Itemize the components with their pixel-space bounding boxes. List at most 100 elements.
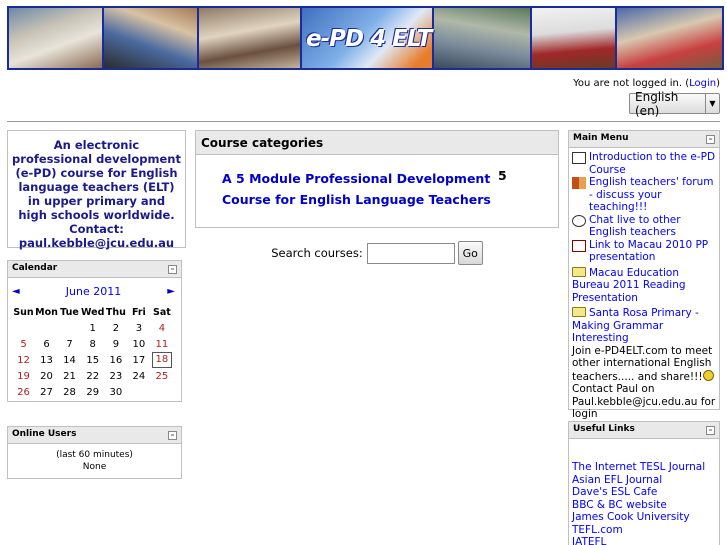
menu-item-forum[interactable]: English teachers' forum - discuss your t… [572, 176, 716, 214]
calendar-day[interactable]: 19 [12, 368, 35, 384]
calendar-day[interactable]: 7 [58, 336, 81, 352]
calendar-week: 5 6 7 8 9 10 11 [12, 336, 173, 352]
category-course-count: 5 [498, 168, 507, 183]
calendar-day[interactable]: 2 [104, 320, 127, 336]
useful-links-header: Useful Links – [569, 422, 719, 439]
calendar-today[interactable]: 18 [151, 352, 172, 368]
presentation-icon [572, 239, 586, 252]
weekday-header: Thu [105, 306, 126, 318]
useful-links-block: Useful Links – The Internet TESL Journal… [568, 421, 720, 545]
site-logo[interactable]: e-PD 4 ELT [302, 8, 434, 68]
header-divider [7, 121, 720, 122]
calendar-day[interactable]: 21 [58, 368, 81, 384]
useful-link-jcu[interactable]: James Cook University [572, 511, 716, 524]
next-month-icon[interactable]: ► [167, 286, 175, 297]
menu-item-macau-2010[interactable]: Link to Macau 2010 PP presentation [572, 239, 716, 264]
calendar-day[interactable]: 23 [104, 368, 127, 384]
collapse-icon[interactable]: – [168, 431, 177, 440]
course-categories-block: Course categories A 5 Module Professiona… [195, 130, 559, 228]
calendar-month[interactable]: June 2011 [66, 285, 121, 298]
header-banner: e-PD 4 ELT [7, 6, 724, 70]
search-input[interactable] [366, 242, 455, 264]
calendar-day[interactable]: 5 [12, 336, 35, 352]
collapse-icon[interactable]: – [706, 426, 715, 435]
useful-link-daves-esl[interactable]: Dave's ESL Cafe [572, 486, 716, 499]
category-row: A 5 Module Professional Development Cour… [196, 155, 558, 210]
calendar-day[interactable]: 29 [81, 384, 104, 400]
weekday-header: Mon [35, 306, 58, 318]
forum-icon [572, 177, 586, 189]
calendar-week: 12 13 14 15 16 17 18 [12, 352, 173, 368]
folder-icon [572, 266, 586, 277]
calendar-header: Calendar – [8, 261, 181, 278]
weekday-header: Tue [60, 306, 79, 318]
calendar-day[interactable]: 10 [127, 336, 150, 352]
main-menu-block: Main Menu – Introduction to the e-PD Cou… [568, 130, 720, 420]
useful-link-bbc[interactable]: BBC & BC website [572, 499, 716, 512]
login-info: You are not logged in. (Login) [573, 78, 720, 89]
folder-icon [572, 307, 586, 317]
course-categories-header: Course categories [196, 131, 558, 155]
calendar-day[interactable]: 1 [81, 320, 104, 336]
calendar-day[interactable]: 12 [12, 352, 35, 368]
menu-item-chat[interactable]: Chat live to other English teachers [572, 214, 716, 239]
useful-link-tefl[interactable]: TEFL.com [572, 524, 716, 537]
smiley-icon [702, 369, 714, 381]
calendar-day [58, 320, 81, 336]
calendar-day[interactable]: 27 [35, 384, 58, 400]
collapse-icon[interactable]: – [168, 265, 177, 274]
prev-month-icon[interactable]: ◄ [12, 286, 20, 297]
online-users-period: (last 60 minutes) [56, 450, 133, 460]
online-users-block: Online Users – (last 60 minutes) None [7, 426, 182, 479]
banner-photo-classroom [9, 8, 104, 68]
calendar-day[interactable]: 14 [58, 352, 81, 368]
calendar-day[interactable]: 18 [150, 352, 173, 368]
menu-item-macau-2011[interactable]: Macau Education Bureau 2011 Reading Pres… [572, 264, 716, 305]
calendar-week: 19 20 21 22 23 24 25 [12, 368, 173, 384]
banner-photo-students [199, 8, 302, 68]
calendar-day[interactable]: 16 [104, 352, 127, 368]
online-users-list: None [82, 462, 107, 472]
calendar-day[interactable]: 13 [35, 352, 58, 368]
calendar-day[interactable]: 6 [35, 336, 58, 352]
calendar-day[interactable]: 30 [104, 384, 127, 400]
useful-link-tesl-journal[interactable]: The Internet TESL Journal [572, 461, 716, 474]
calendar-day [12, 320, 35, 336]
calendar-day[interactable]: 4 [150, 320, 173, 336]
calendar-day[interactable]: 24 [127, 368, 150, 384]
useful-link-iatefl[interactable]: IATEFL [572, 536, 716, 545]
language-value: English (en) [635, 89, 679, 118]
banner-photo-pupils [532, 8, 617, 68]
menu-item-intro[interactable]: Introduction to the e-PD Course [572, 151, 716, 176]
menu-item-santa-rosa[interactable]: Santa Rosa Primary - Making Grammar Inte… [572, 304, 716, 345]
course-search: Search courses: Go [195, 241, 559, 265]
calendar-day[interactable]: 25 [150, 368, 173, 384]
calendar-grid: Sun Mon Tue Wed Thu Fri Sat 1 2 3 4 5 6 7 8 9 10 11 12 13 1… [12, 304, 173, 400]
online-users-header: Online Users – [8, 427, 181, 444]
calendar-day[interactable]: 9 [104, 336, 127, 352]
intro-block: An electronic professional development (… [7, 130, 186, 250]
calendar-week: 26 27 28 29 30 [12, 384, 173, 400]
useful-link-asian-efl[interactable]: Asian EFL Journal [572, 474, 716, 487]
calendar-day [127, 384, 150, 400]
go-button[interactable]: Go [457, 241, 483, 265]
calendar-day[interactable]: 8 [81, 336, 104, 352]
calendar-week: 1234 [12, 320, 173, 336]
calendar-day[interactable]: 17 [127, 352, 150, 368]
calendar-day[interactable]: 26 [12, 384, 35, 400]
intro-text: An electronic professional development (… [12, 138, 181, 250]
calendar-day[interactable]: 3 [127, 320, 150, 336]
main-menu-header: Main Menu – [569, 131, 719, 148]
collapse-icon[interactable]: – [706, 135, 715, 144]
calendar-day[interactable]: 20 [35, 368, 58, 384]
calendar-day[interactable]: 22 [81, 368, 104, 384]
language-select[interactable]: English (en) ▼ [629, 90, 720, 118]
calendar-day[interactable]: 28 [58, 384, 81, 400]
weekday-header: Sun [13, 306, 34, 318]
calendar-day [35, 320, 58, 336]
category-link[interactable]: A 5 Module Professional Development Cour… [222, 168, 498, 210]
login-link[interactable]: Login [689, 78, 716, 89]
weekday-header: Wed [81, 306, 105, 318]
calendar-day[interactable]: 11 [150, 336, 173, 352]
calendar-day[interactable]: 15 [81, 352, 104, 368]
